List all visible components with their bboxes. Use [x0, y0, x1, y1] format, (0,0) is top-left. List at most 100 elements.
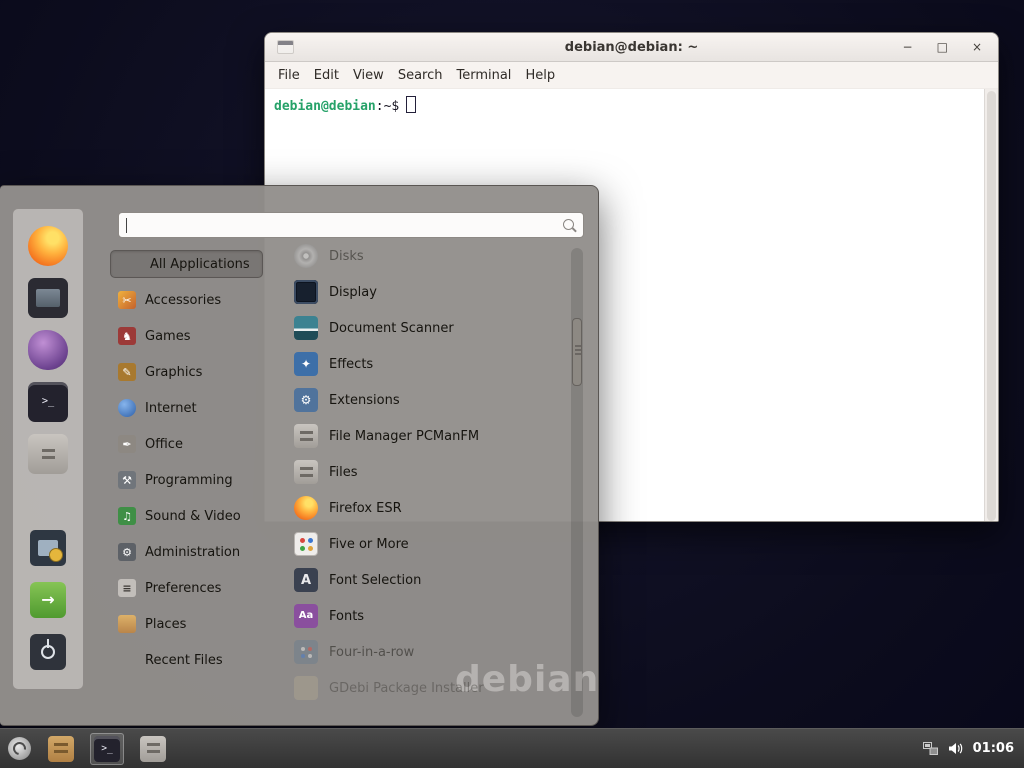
- favorite-terminal[interactable]: [24, 379, 72, 425]
- app-file-manager-pcmanfm[interactable]: File Manager PCManFM: [286, 418, 570, 454]
- category-places[interactable]: Places: [110, 606, 282, 642]
- prompt-user-host: debian@debian: [274, 99, 376, 114]
- app-label: Four-in-a-row: [329, 645, 414, 660]
- extensions-icon: [294, 388, 318, 412]
- category-accessories[interactable]: Accessories: [110, 282, 282, 318]
- taskbar-file-manager[interactable]: [44, 733, 78, 765]
- terminal-prompt: debian@debian:~$: [265, 89, 998, 121]
- shutdown-button[interactable]: [24, 629, 72, 675]
- category-programming[interactable]: Programming: [110, 462, 282, 498]
- office-icon: [118, 435, 136, 453]
- favorite-image-viewer[interactable]: [24, 275, 72, 321]
- programming-icon: [118, 471, 136, 489]
- clock[interactable]: 01:06: [973, 741, 1014, 756]
- display-icon: [294, 280, 318, 304]
- app-display[interactable]: Display: [286, 274, 570, 310]
- sound-video-icon: [118, 507, 136, 525]
- document-scanner-icon: [294, 316, 318, 340]
- menu-search[interactable]: Search: [391, 65, 450, 86]
- disks-icon: [294, 244, 318, 268]
- category-games[interactable]: Games: [110, 318, 282, 354]
- app-label: Files: [329, 465, 358, 480]
- firefox-icon: [294, 496, 318, 520]
- category-all-applications[interactable]: All Applications: [110, 250, 263, 278]
- menu-view[interactable]: View: [346, 65, 391, 86]
- logout-button[interactable]: [24, 577, 72, 623]
- category-office[interactable]: Office: [110, 426, 282, 462]
- mascot-app-icon: [28, 330, 68, 370]
- minimize-button[interactable]: −: [903, 41, 913, 53]
- app-files[interactable]: Files: [286, 454, 570, 490]
- menu-terminal[interactable]: Terminal: [449, 65, 518, 86]
- app-firefox-esr[interactable]: Firefox ESR: [286, 490, 570, 526]
- app-extensions[interactable]: Extensions: [286, 382, 570, 418]
- category-graphics[interactable]: Graphics: [110, 354, 282, 390]
- file-manager-icon: [28, 434, 68, 474]
- category-label: Accessories: [145, 293, 221, 308]
- app-five-or-more[interactable]: Five or More: [286, 526, 570, 562]
- pcmanfm-icon: [294, 424, 318, 448]
- menu-file[interactable]: File: [271, 65, 307, 86]
- application-menu: debian: [0, 185, 599, 726]
- menu-search-box[interactable]: [118, 212, 584, 238]
- menu-scrollbar[interactable]: [571, 248, 583, 717]
- menu-search-input[interactable]: [125, 215, 559, 237]
- five-or-more-icon: [294, 532, 318, 556]
- category-label: Games: [145, 329, 190, 344]
- category-list: All Applications Accessories Games Graph…: [110, 246, 282, 678]
- app-label: GDebi Package Installer: [329, 681, 484, 696]
- terminal-scrollbar-thumb[interactable]: [987, 91, 996, 521]
- search-icon: [563, 219, 574, 230]
- menu-edit[interactable]: Edit: [307, 65, 346, 86]
- app-disks[interactable]: Disks: [286, 238, 570, 274]
- category-label: Preferences: [145, 581, 221, 596]
- lock-screen-button[interactable]: [24, 525, 72, 571]
- app-fonts[interactable]: Fonts: [286, 598, 570, 634]
- favorite-firefox[interactable]: [24, 223, 72, 269]
- network-icon[interactable]: [923, 742, 938, 755]
- graphics-icon: [118, 363, 136, 381]
- app-effects[interactable]: Effects: [286, 346, 570, 382]
- category-preferences[interactable]: Preferences: [110, 570, 282, 606]
- app-label: Document Scanner: [329, 321, 454, 336]
- four-in-a-row-icon: [294, 640, 318, 664]
- distro-logo-icon: [8, 737, 31, 760]
- desktop: debian@debian: ~ − □ × File Edit View Se…: [0, 0, 1024, 768]
- app-four-in-a-row[interactable]: Four-in-a-row: [286, 634, 570, 670]
- category-label: Internet: [145, 401, 197, 416]
- files-icon: [294, 460, 318, 484]
- app-gdebi-package-installer[interactable]: GDebi Package Installer: [286, 670, 570, 706]
- terminal-scrollbar[interactable]: [984, 89, 998, 522]
- terminal-titlebar[interactable]: debian@debian: ~ − □ ×: [265, 33, 998, 62]
- category-internet[interactable]: Internet: [110, 390, 282, 426]
- file-manager-icon: [48, 736, 74, 762]
- maximize-button[interactable]: □: [937, 41, 948, 53]
- logout-icon: [30, 582, 66, 618]
- terminal-title: debian@debian: ~: [265, 40, 998, 55]
- app-label: Fonts: [329, 609, 364, 624]
- favorite-mascot-app[interactable]: [24, 327, 72, 373]
- app-document-scanner[interactable]: Document Scanner: [286, 310, 570, 346]
- category-recent-files[interactable]: Recent Files: [110, 642, 282, 678]
- volume-icon[interactable]: [948, 742, 963, 755]
- close-button[interactable]: ×: [972, 41, 982, 53]
- favorite-file-manager[interactable]: [24, 431, 72, 477]
- category-label: Administration: [145, 545, 240, 560]
- category-sound-video[interactable]: Sound & Video: [110, 498, 282, 534]
- menu-button[interactable]: [0, 729, 38, 768]
- app-label: Five or More: [329, 537, 409, 552]
- favorites-panel: [12, 208, 84, 690]
- category-administration[interactable]: Administration: [110, 534, 282, 570]
- category-label: Recent Files: [145, 653, 223, 668]
- menu-scrollbar-thumb[interactable]: [572, 318, 582, 386]
- taskbar: 01:06: [0, 728, 1024, 768]
- taskbar-terminal[interactable]: [90, 733, 124, 765]
- files-icon: [140, 736, 166, 762]
- prompt-path: :~$: [376, 99, 399, 114]
- app-label: File Manager PCManFM: [329, 429, 479, 444]
- image-viewer-icon: [28, 278, 68, 318]
- taskbar-files[interactable]: [136, 733, 170, 765]
- menu-help[interactable]: Help: [518, 65, 562, 86]
- lock-screen-icon: [30, 530, 66, 566]
- app-font-selection[interactable]: Font Selection: [286, 562, 570, 598]
